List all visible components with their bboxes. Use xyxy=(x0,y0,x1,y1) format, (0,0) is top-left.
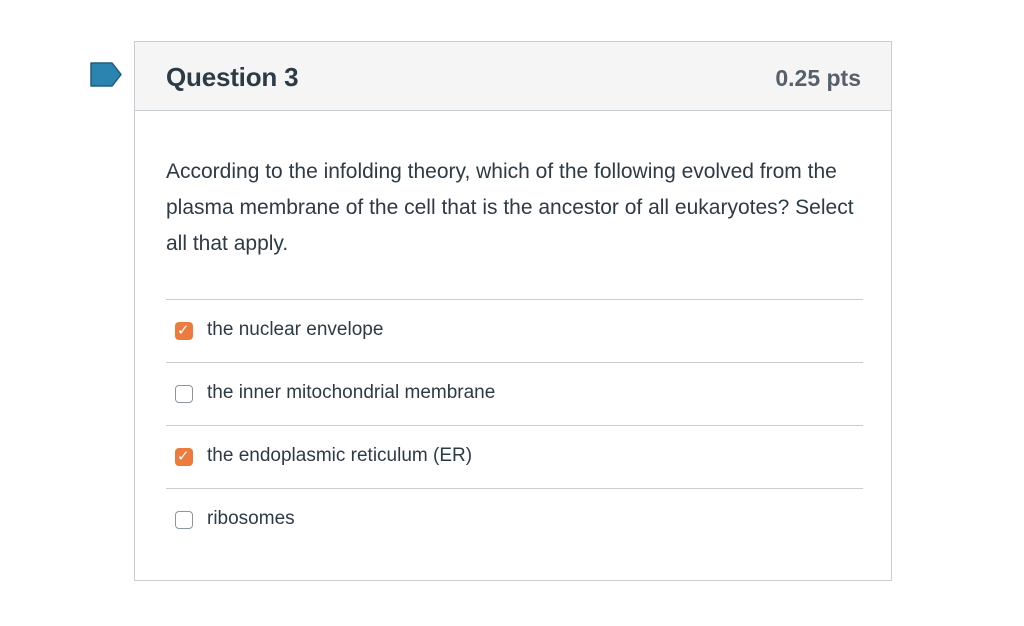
answer-checkbox[interactable]: ✓ xyxy=(175,321,193,340)
question-points: 0.25 pts xyxy=(775,65,861,91)
flag-question-icon[interactable] xyxy=(90,62,122,87)
answer-option[interactable]: ✓ the endoplasmic reticulum (ER) xyxy=(166,425,863,488)
question-header: Question 3 0.25 pts xyxy=(135,42,891,111)
answer-option[interactable]: ribosomes xyxy=(166,488,863,551)
answer-label[interactable]: ribosomes xyxy=(207,508,295,530)
answer-list: ✓ the nuclear envelope the inner mitocho… xyxy=(166,299,863,551)
quiz-page: Question 3 0.25 pts According to the inf… xyxy=(0,0,1024,626)
answer-label[interactable]: the endoplasmic reticulum (ER) xyxy=(207,445,472,467)
answer-checkbox[interactable]: ✓ xyxy=(175,447,193,466)
question-card: Question 3 0.25 pts According to the inf… xyxy=(134,41,892,581)
answer-label[interactable]: the inner mitochondrial membrane xyxy=(207,382,495,404)
answer-checkbox[interactable] xyxy=(175,511,193,529)
checkmark-icon: ✓ xyxy=(177,321,190,339)
answer-checkbox[interactable] xyxy=(175,385,193,403)
answer-option[interactable]: ✓ the nuclear envelope xyxy=(166,299,863,362)
answer-label[interactable]: the nuclear envelope xyxy=(207,319,383,341)
checkmark-icon: ✓ xyxy=(177,447,190,465)
question-text: According to the infolding theory, which… xyxy=(166,160,854,255)
question-title: Question 3 xyxy=(166,62,299,92)
answer-option[interactable]: the inner mitochondrial membrane xyxy=(166,362,863,425)
